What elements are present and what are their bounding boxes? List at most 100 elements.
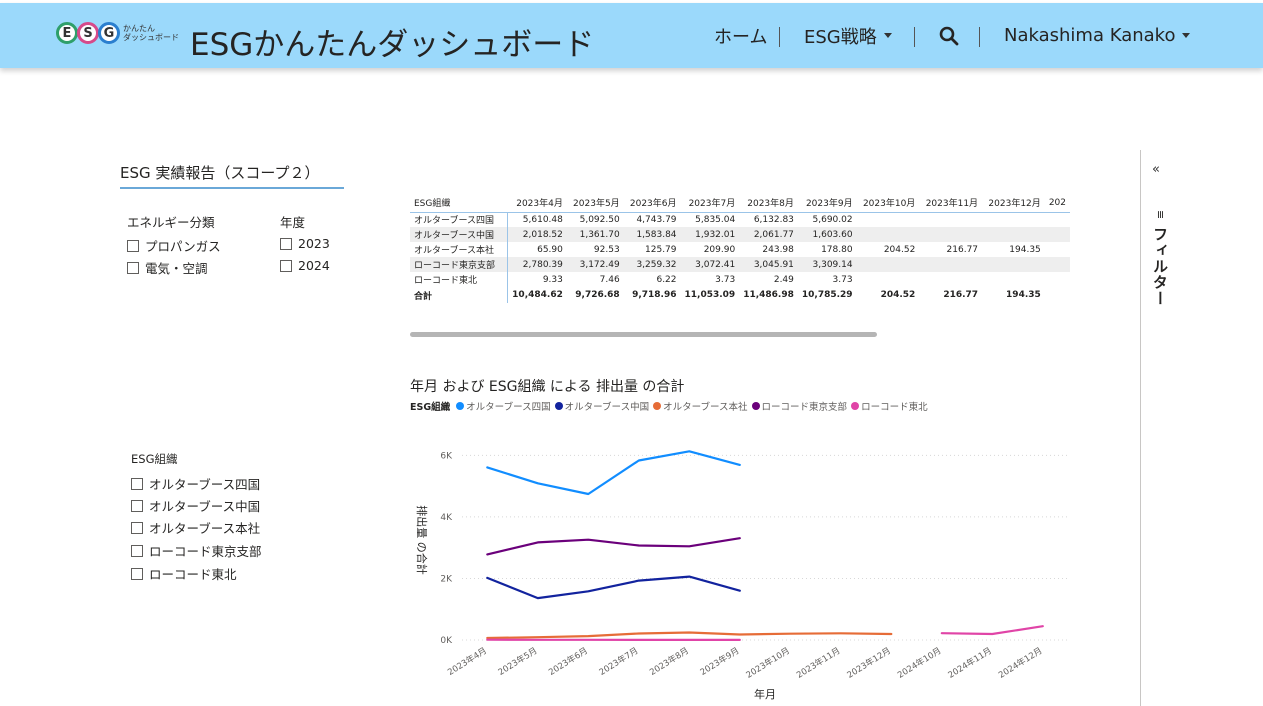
collapse-filter-button[interactable]: « [1152,162,1160,177]
series-line[interactable] [486,575,741,600]
series-line[interactable] [486,450,741,496]
logo-subtitle-line2: ダッシュボード [123,33,179,42]
filter-pane-label[interactable]: ≡ フィルター [1150,210,1171,306]
series-line[interactable] [486,537,741,556]
value-cell [919,227,983,242]
value-cell [919,272,982,287]
checkbox[interactable] [280,237,292,250]
x-tick-label: 2023年11月 [795,645,843,681]
esg-logo[interactable]: E S G かんたん ダッシュボード [56,22,179,44]
legend-swatch [751,402,760,410]
year-option-2023[interactable]: 2023 [280,236,330,251]
checkbox[interactable] [131,477,143,490]
energy-slicer-label: エネルギー分類 [127,215,215,230]
value-cell: 1,361.70 [566,227,624,242]
total-value-cell: 10,785.29 [801,290,853,300]
horizontal-scrollbar[interactable] [410,332,877,337]
total-value-cell [1045,287,1070,303]
y-tick-label: 2K [440,574,453,584]
value-cell: 6.22 [656,274,677,285]
value-cell [856,227,920,242]
table-row[interactable]: ローコード東京支部 2,780.39 3,172.49 3,259.32 3,072.4… [410,257,1070,272]
series-line[interactable] [940,625,1044,636]
column-header[interactable]: 2023年9月 [798,194,857,212]
value-cell: 1,583.84 [623,227,681,242]
app-title: ESGかんたんダッシュボード [190,27,595,63]
option-label: 電気・空調 [145,261,208,276]
x-tick-label: 2024年12月 [997,645,1045,681]
checkbox[interactable] [131,567,143,580]
org-option-shikoku[interactable]: オルターブース四国 [131,474,260,493]
value-cell: 125.79 [645,244,677,255]
value-cell [857,212,920,227]
energy-option-electric[interactable]: 電気・空調 [127,258,208,277]
org-option-tohoku[interactable]: ローコード東北 [131,564,237,583]
column-header[interactable]: 2023年11月 [919,194,982,212]
column-header[interactable]: 2023年8月 [739,194,798,212]
value-cell: 3,072.41 [680,257,740,272]
year-option-2024[interactable]: 2024 [280,258,330,273]
energy-option-propane[interactable]: プロパンガス [127,236,221,255]
user-menu-dropdown[interactable]: Nakashima Kanako [1004,3,1191,68]
column-header[interactable]: 2023年4月 [508,194,567,212]
value-cell: 4,743.79 [636,214,677,225]
option-label: プロパンガス [145,239,221,254]
legend-label: オルターブース本社 [663,402,748,413]
legend-label: オルターブース四国 [466,402,551,413]
x-tick-label: 2023年7月 [597,645,640,678]
series-line[interactable] [486,631,893,640]
column-header[interactable]: 2023年12月 [982,194,1045,212]
table-row[interactable]: ローコード東北 9.33 7.46 6.22 3.73 2.49 3.73 [410,272,1070,287]
value-cell: 5,092.50 [579,214,620,225]
table-header-row: ESG組織 2023年4月 2023年5月 2023年6月 2023年7月 20… [410,194,1070,212]
logo-subtitle: かんたん ダッシュボード [123,24,179,42]
value-cell [982,272,1045,287]
checkbox[interactable] [131,499,143,512]
column-header[interactable]: 2023年5月 [567,194,624,212]
column-header[interactable]: 2023年7月 [681,194,740,212]
nav-strategy-dropdown[interactable]: ESG戦略 [804,3,892,68]
checkbox[interactable] [127,261,139,274]
total-value-cell: 10,484.62 [512,290,563,300]
legend-item[interactable]: オルターブース四国 [456,399,551,413]
checkbox[interactable] [131,544,143,557]
x-tick-label: 2023年12月 [845,645,893,681]
table-total-row: 合計 10,484.62 9,726.68 9,718.96 11,053.09 11,4… [410,287,1070,303]
legend-item[interactable]: ローコード東北 [851,399,928,413]
org-option-tokyo[interactable]: ローコード東京支部 [131,541,262,560]
legend-item[interactable]: オルターブース中国 [554,399,650,413]
table-row[interactable]: オルターブース四国 5,610.48 5,092.50 4,743.79 5,835.0… [410,212,1070,227]
value-cell: 2.49 [773,274,794,285]
value-cell [919,257,983,272]
row-name-cell: ローコード東京支部 [410,257,509,272]
logo-subtitle-line1: かんたん [123,24,155,33]
x-tick-label: 2023年8月 [648,645,691,678]
value-cell [982,227,1045,242]
legend-item[interactable]: オルターブース本社 [653,399,748,413]
column-header[interactable]: 2023年10月 [857,194,920,212]
nav-strategy-label: ESG戦略 [804,26,877,48]
legend-item[interactable]: ローコード東京支部 [751,399,847,413]
org-option-chugoku[interactable]: オルターブース中国 [131,496,260,515]
table-row[interactable]: オルターブース中国 2,018.52 1,361.70 1,583.84 1,932.0… [410,227,1070,242]
org-slicer-label: ESG組織 [131,452,178,466]
emissions-line-chart: 0K2K4K6K2023年4月 2023年5月 2023年6月 2023年7月 2023… [415,450,1068,701]
y-axis-title: 排出量 の合計 [415,505,429,575]
value-cell: 3.73 [715,274,736,285]
total-value-cell: 9,726.68 [575,290,620,300]
org-option-honsha[interactable]: オルターブース本社 [131,518,260,537]
column-header[interactable]: 202 [1045,194,1070,212]
checkbox[interactable] [127,239,139,252]
filter-pane-text: フィルター [1151,226,1169,307]
chevron-down-icon [883,33,892,38]
search-button[interactable] [939,3,959,68]
table-row[interactable]: オルターブース本社 65.90 92.53 125.79 209.90 243.98 178… [410,242,1070,257]
nav-home-link[interactable]: ホーム [714,3,767,68]
checkbox[interactable] [280,259,292,272]
legend-label: オルターブース中国 [564,402,650,413]
checkbox[interactable] [131,521,143,534]
total-value-cell: 216.77 [943,290,979,300]
column-header[interactable]: 2023年6月 [624,194,681,212]
value-cell: 2,780.39 [507,257,567,272]
search-icon [939,26,959,45]
